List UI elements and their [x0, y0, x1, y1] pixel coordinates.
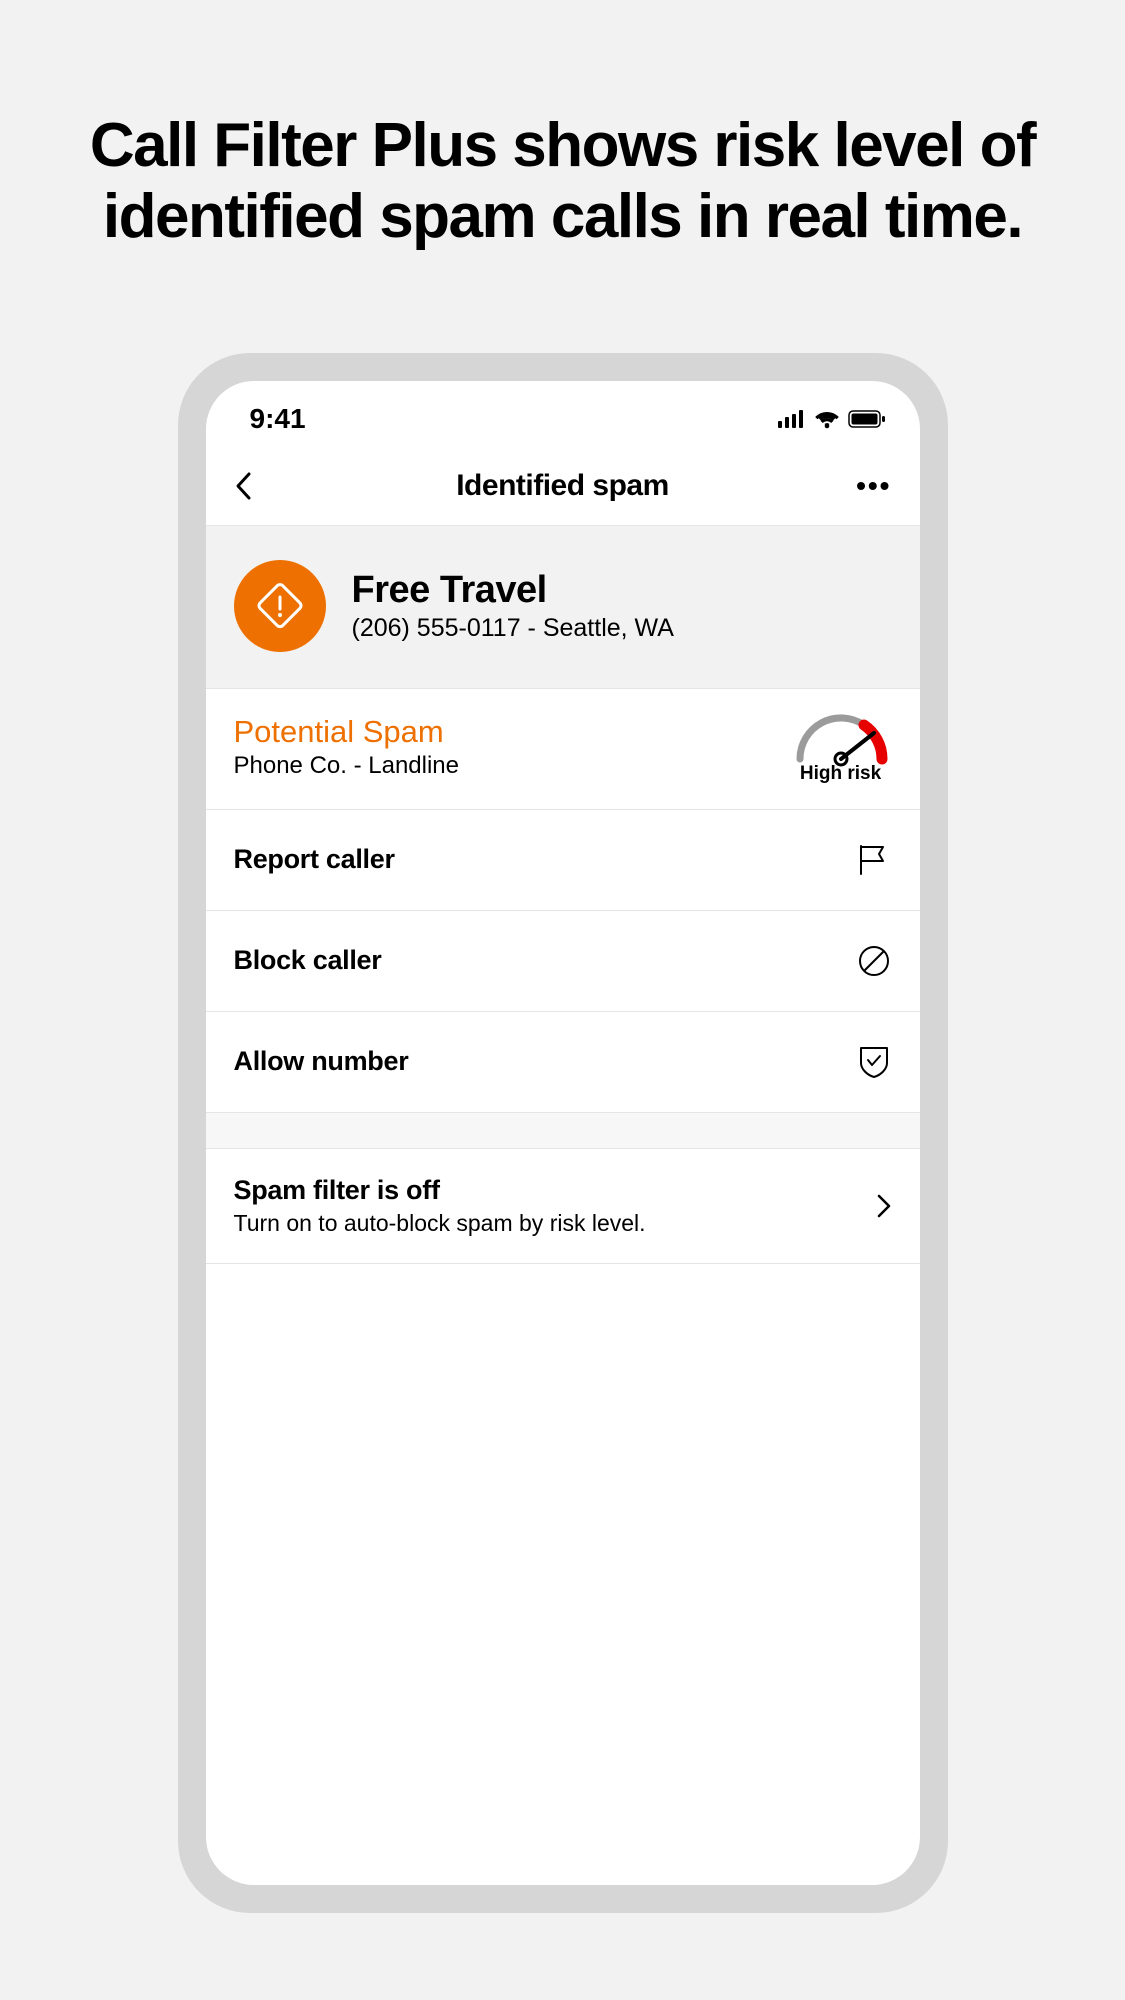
spam-assessment-row: Potential Spam Phone Co. - Landline High… [206, 689, 920, 810]
chevron-left-icon [234, 471, 252, 501]
battery-icon [848, 410, 886, 428]
nav-bar: Identified spam ••• [206, 449, 920, 526]
status-time: 9:41 [250, 403, 306, 435]
page-title: Identified spam [456, 469, 669, 503]
status-icons [778, 409, 886, 429]
report-caller-row[interactable]: Report caller [206, 810, 920, 911]
phone-frame: 9:41 [178, 353, 948, 1913]
marketing-headline: Call Filter Plus shows risk level of ide… [0, 110, 1125, 253]
gauge-icon [790, 709, 892, 767]
block-caller-label: Block caller [234, 945, 382, 976]
allow-number-row[interactable]: Allow number [206, 1012, 920, 1113]
block-caller-row[interactable]: Block caller [206, 911, 920, 1012]
risk-gauge: High risk [790, 709, 892, 785]
phone-screen: 9:41 [206, 381, 920, 1885]
spam-filter-title: Spam filter is off [234, 1175, 646, 1206]
allow-number-label: Allow number [234, 1046, 409, 1077]
flag-icon [857, 843, 891, 877]
ellipsis-icon: ••• [856, 470, 891, 502]
caller-name: Free Travel [352, 569, 674, 612]
status-bar: 9:41 [206, 381, 920, 449]
spam-status-label: Potential Spam [234, 714, 460, 750]
spam-filter-row[interactable]: Spam filter is off Turn on to auto-block… [206, 1149, 920, 1264]
risk-level-label: High risk [800, 763, 881, 785]
chevron-right-icon [876, 1193, 892, 1219]
carrier-info: Phone Co. - Landline [234, 752, 460, 780]
signal-icon [778, 410, 806, 428]
more-menu-button[interactable]: ••• [851, 470, 891, 502]
spam-warning-icon [234, 560, 326, 652]
block-icon [857, 944, 891, 978]
caller-details: (206) 555-0117 - Seattle, WA [352, 614, 674, 643]
report-caller-label: Report caller [234, 844, 395, 875]
section-spacer [206, 1113, 920, 1149]
caller-info-header: Free Travel (206) 555-0117 - Seattle, WA [206, 526, 920, 689]
back-button[interactable] [234, 471, 274, 501]
wifi-icon [814, 409, 840, 429]
spam-filter-subtitle: Turn on to auto-block spam by risk level… [234, 1210, 646, 1237]
shield-check-icon [858, 1045, 890, 1079]
